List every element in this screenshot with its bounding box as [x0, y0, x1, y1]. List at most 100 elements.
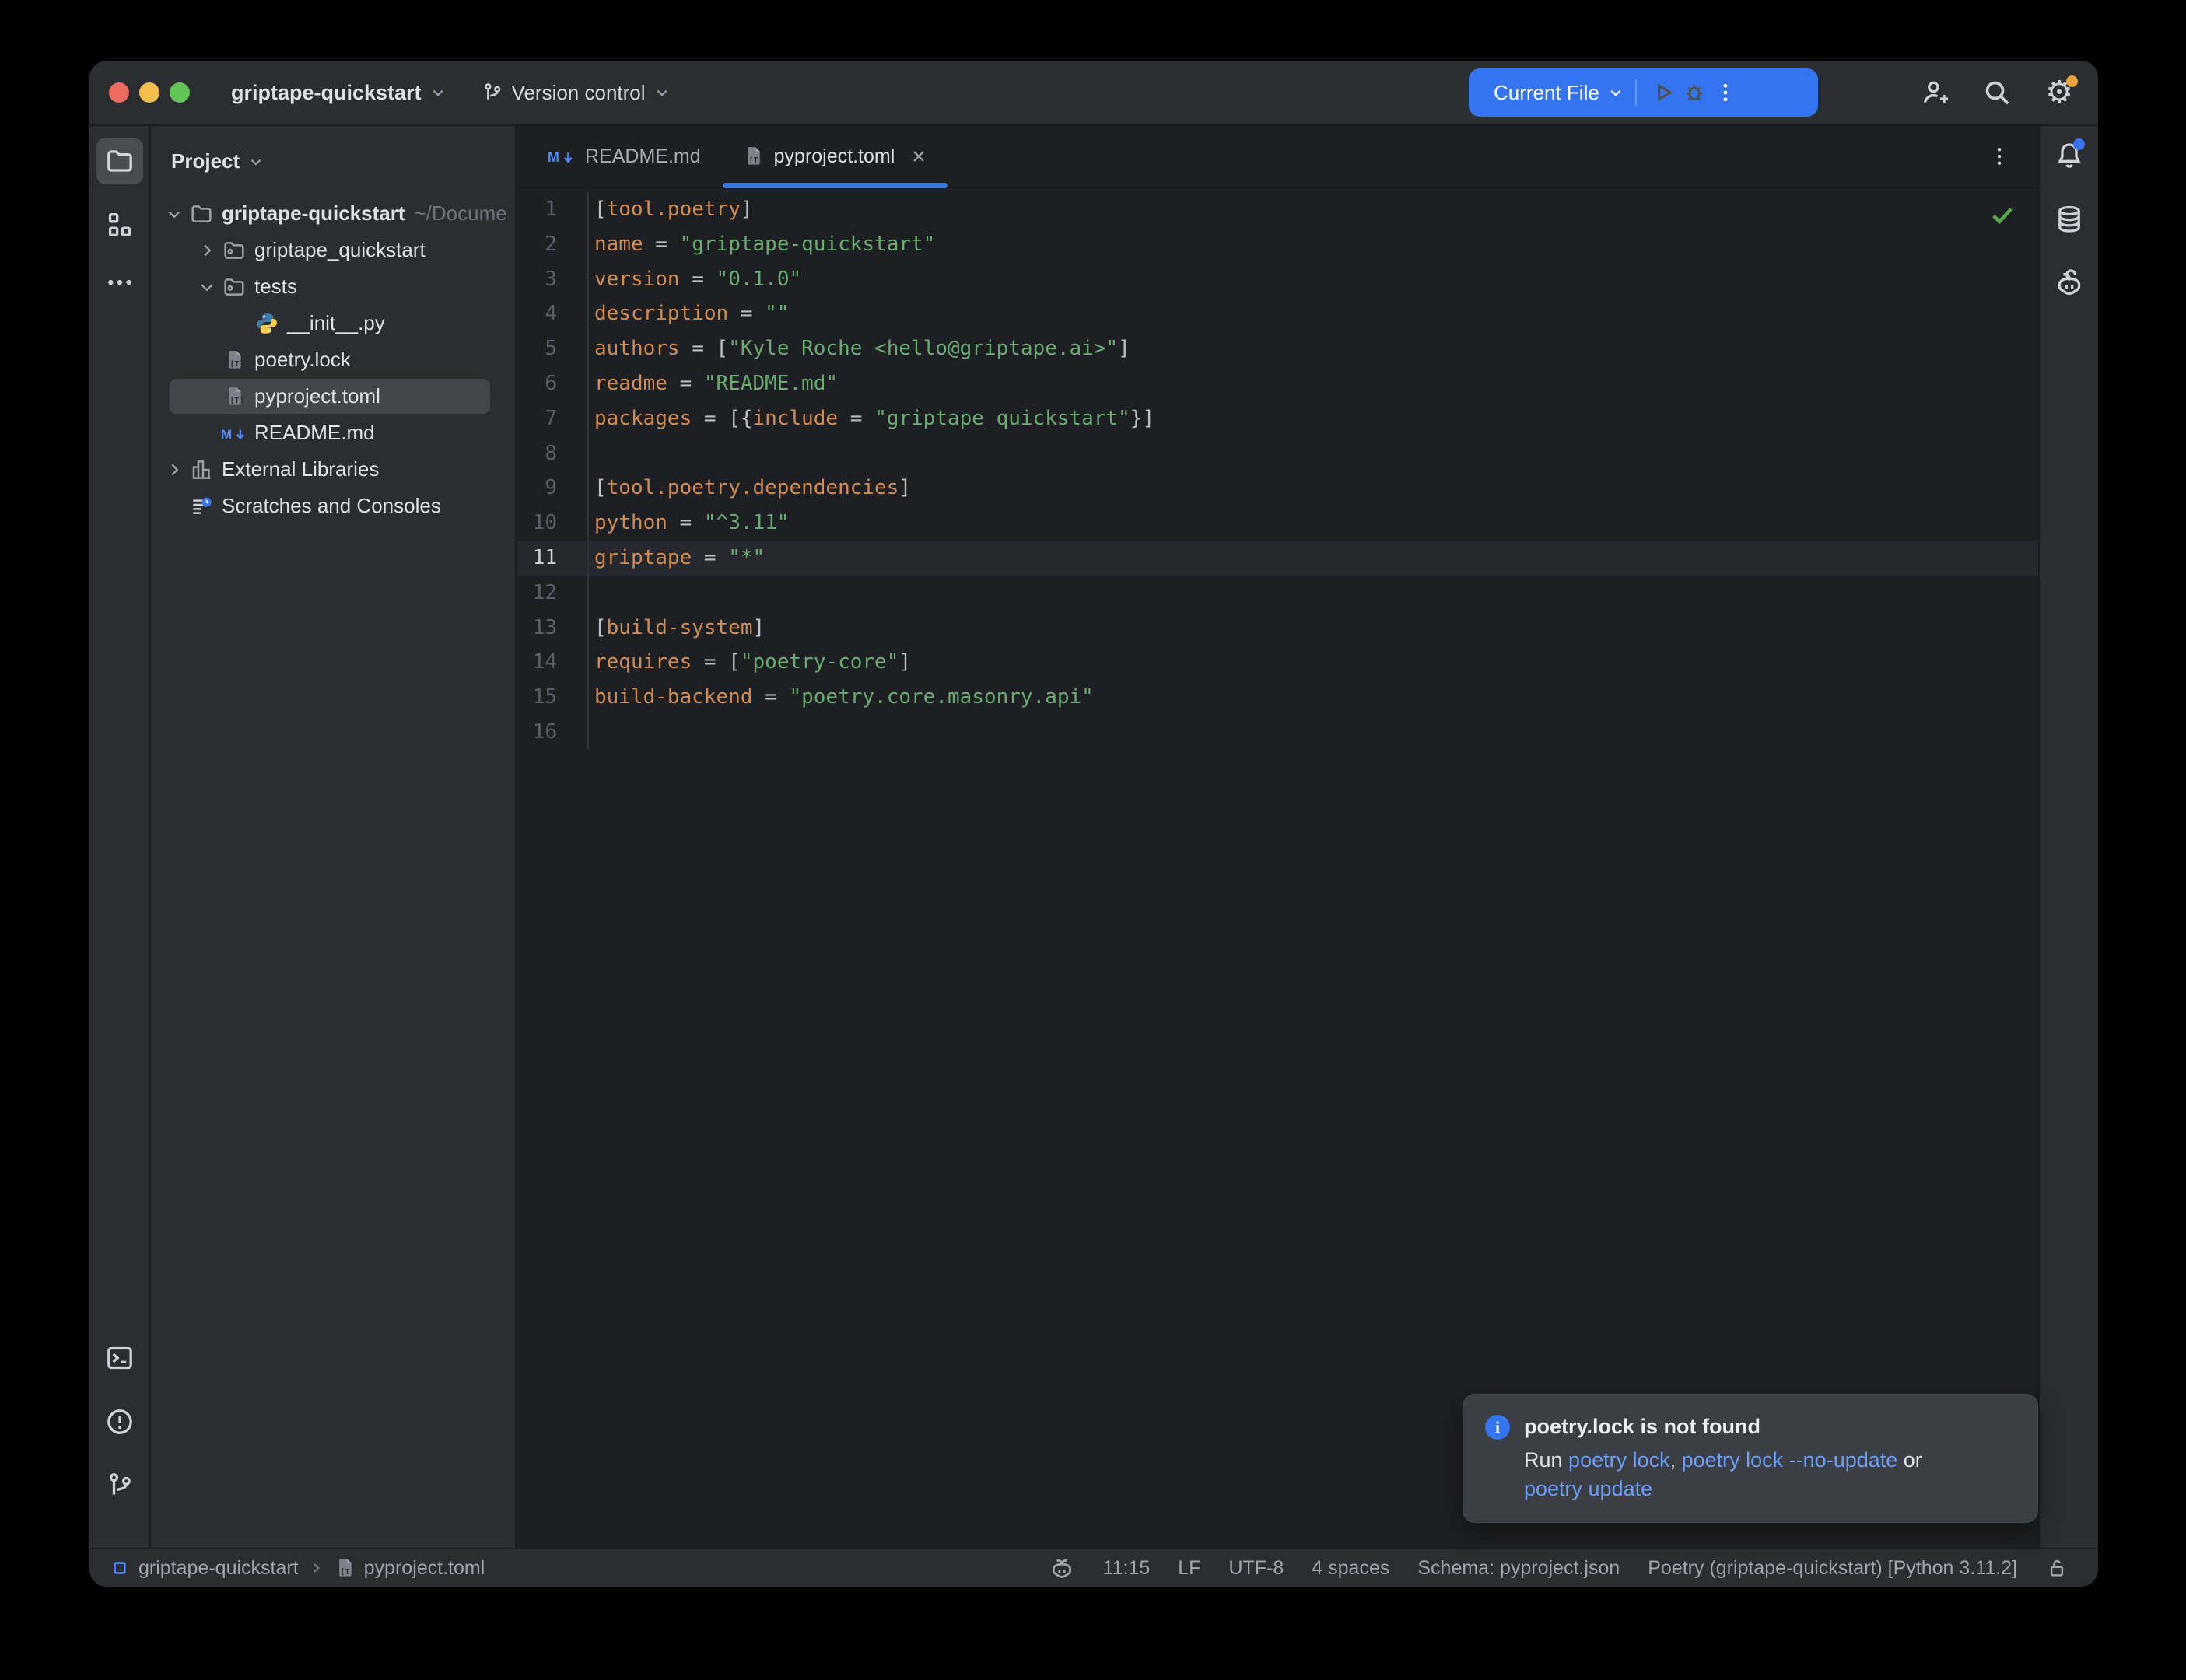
breadcrumb-pyproject-toml[interactable]: [T]pyproject.toml — [333, 1556, 485, 1580]
chevron-down-icon[interactable] — [1607, 84, 1624, 101]
line-number[interactable]: 6 — [517, 366, 589, 401]
svg-text:[T]: [T] — [230, 397, 244, 405]
line-number[interactable]: 15 — [517, 680, 589, 715]
minimize-window-button[interactable] — [139, 82, 159, 103]
project-tool-button[interactable] — [96, 138, 143, 184]
debug-button[interactable] — [1679, 77, 1710, 108]
tab-pyproject-toml[interactable]: [T]pyproject.toml — [721, 126, 950, 187]
copilot-tool-button[interactable] — [2052, 266, 2086, 300]
project-panel-header[interactable]: Project — [151, 126, 515, 173]
svg-text:M: M — [221, 426, 232, 441]
tree-item-external-libraries[interactable]: External Libraries — [151, 451, 515, 488]
svg-text:[T]: [T] — [748, 156, 762, 165]
toml-file-icon: [T] — [741, 145, 765, 168]
line-number[interactable]: 9 — [517, 471, 589, 506]
tree-item--init-py[interactable]: __init__.py — [151, 305, 515, 341]
file-type-icon: [T] — [221, 383, 247, 410]
line-number[interactable]: 4 — [517, 296, 589, 331]
code-line-11[interactable]: 11griptape = "*" — [517, 541, 2038, 576]
line-number[interactable]: 3 — [517, 262, 589, 297]
tab-options-button[interactable] — [1984, 141, 2015, 172]
add-user-button[interactable] — [1918, 75, 1952, 110]
line-number[interactable]: 1 — [517, 192, 589, 227]
line-number[interactable]: 14 — [517, 645, 589, 680]
code-line-8[interactable]: 8 — [517, 436, 2038, 471]
tree-item-scratches-and-consoles[interactable]: Scratches and Consoles — [151, 488, 515, 524]
chevron-down-icon — [197, 277, 217, 297]
code-line-13[interactable]: 13[build-system] — [517, 611, 2038, 646]
notification-link-poetry-update[interactable]: poetry update — [1524, 1477, 1652, 1500]
code-line-4[interactable]: 4description = "" — [517, 296, 2038, 331]
code-editor[interactable]: 1[tool.poetry]2name = "griptape-quicksta… — [517, 188, 2038, 1548]
line-number[interactable]: 11 — [517, 541, 589, 576]
user-add-icon — [1919, 77, 1950, 108]
tree-expand-toggle[interactable] — [193, 273, 221, 301]
tree-expand-toggle[interactable] — [193, 236, 221, 264]
line-number[interactable]: 16 — [517, 715, 589, 750]
code-line-15[interactable]: 15build-backend = "poetry.core.masonry.a… — [517, 680, 2038, 715]
tree-item-readme-md[interactable]: MREADME.md — [151, 415, 515, 451]
code-line-9[interactable]: 9[tool.poetry.dependencies] — [517, 471, 2038, 506]
code-line-16[interactable]: 16 — [517, 715, 2038, 750]
line-number[interactable]: 8 — [517, 436, 589, 471]
close-window-button[interactable] — [109, 82, 129, 103]
tree-item-griptape-quickstart[interactable]: griptape-quickstart~/Docume — [151, 195, 515, 232]
run-configuration-selector[interactable]: Current File — [1494, 81, 1599, 105]
notification-link-poetry-lock-no-update[interactable]: poetry lock --no-update — [1682, 1448, 1898, 1472]
tree-item-tests[interactable]: tests — [151, 268, 515, 305]
close-tab-button[interactable] — [909, 146, 929, 166]
line-number[interactable]: 7 — [517, 401, 589, 436]
git-tool-button[interactable] — [103, 1468, 137, 1503]
file-type-icon — [188, 457, 215, 483]
tree-item-poetry-lock[interactable]: [T]poetry.lock — [151, 341, 515, 378]
structure-tool-button[interactable] — [103, 208, 137, 242]
chevron-down-icon — [247, 153, 264, 170]
run-button[interactable] — [1648, 77, 1679, 108]
line-number[interactable]: 5 — [517, 331, 589, 366]
code-line-14[interactable]: 14requires = ["poetry-core"] — [517, 645, 2038, 680]
code-line-6[interactable]: 6readme = "README.md" — [517, 366, 2038, 401]
status-interpreter[interactable]: Poetry (griptape-quickstart) [Python 3.1… — [1648, 1557, 2017, 1580]
tree-chevron-spacer — [193, 419, 221, 447]
project-tree: griptape-quickstart~/Documegriptape_quic… — [151, 195, 515, 524]
breadcrumb-griptape-quickstart[interactable]: griptape-quickstart — [109, 1557, 299, 1580]
code-line-2[interactable]: 2name = "griptape-quickstart" — [517, 227, 2038, 262]
project-widget[interactable]: griptape-quickstart — [231, 81, 447, 105]
line-number[interactable]: 2 — [517, 227, 589, 262]
chevron-right-icon — [197, 240, 217, 261]
tree-item-griptape-quickstart[interactable]: griptape_quickstart — [151, 232, 515, 268]
line-number[interactable]: 13 — [517, 611, 589, 646]
line-number[interactable]: 12 — [517, 576, 589, 611]
more-run-options-button[interactable] — [1710, 77, 1741, 108]
code-line-3[interactable]: 3version = "0.1.0" — [517, 262, 2038, 297]
more-tool-windows-button[interactable] — [103, 265, 137, 299]
code-line-10[interactable]: 10python = "^3.11" — [517, 506, 2038, 541]
search-everywhere-button[interactable] — [1980, 75, 2014, 110]
problems-tool-button[interactable] — [103, 1405, 137, 1439]
status-cursor-position[interactable]: 11:15 — [1103, 1557, 1151, 1580]
notification-link-poetry-lock[interactable]: poetry lock — [1568, 1448, 1670, 1472]
tree-item-pyproject-toml[interactable]: [T]pyproject.toml — [151, 378, 515, 415]
status-encoding[interactable]: UTF-8 — [1228, 1557, 1284, 1580]
inspections-ok-check-icon[interactable] — [1988, 201, 2016, 233]
code-line-12[interactable]: 12 — [517, 576, 2038, 611]
vcs-widget[interactable]: Version control — [481, 81, 671, 105]
settings-button[interactable]: ⚙ — [2042, 75, 2076, 110]
status-line-separator[interactable]: LF — [1178, 1557, 1200, 1580]
tree-expand-toggle[interactable] — [160, 200, 188, 228]
notifications-tool-button[interactable] — [2052, 138, 2086, 173]
tab-readme-md[interactable]: MREADME.md — [527, 126, 721, 187]
database-tool-button[interactable] — [2052, 202, 2086, 236]
copilot-status-button[interactable] — [1049, 1555, 1075, 1581]
readonly-toggle-button[interactable] — [2045, 1556, 2069, 1580]
code-line-7[interactable]: 7packages = [{include = "griptape_quicks… — [517, 401, 2038, 436]
status-schema[interactable]: Schema: pyproject.json — [1417, 1557, 1620, 1580]
status-indent[interactable]: 4 spaces — [1312, 1557, 1389, 1580]
tree-expand-toggle[interactable] — [160, 456, 188, 484]
line-number[interactable]: 10 — [517, 506, 589, 541]
code-line-5[interactable]: 5authors = ["Kyle Roche <hello@griptape.… — [517, 331, 2038, 366]
ide-window: griptape-quickstart Version control Curr… — [89, 61, 2098, 1587]
code-line-1[interactable]: 1[tool.poetry] — [517, 192, 2038, 227]
terminal-tool-button[interactable] — [103, 1341, 137, 1375]
zoom-window-button[interactable] — [170, 82, 190, 103]
